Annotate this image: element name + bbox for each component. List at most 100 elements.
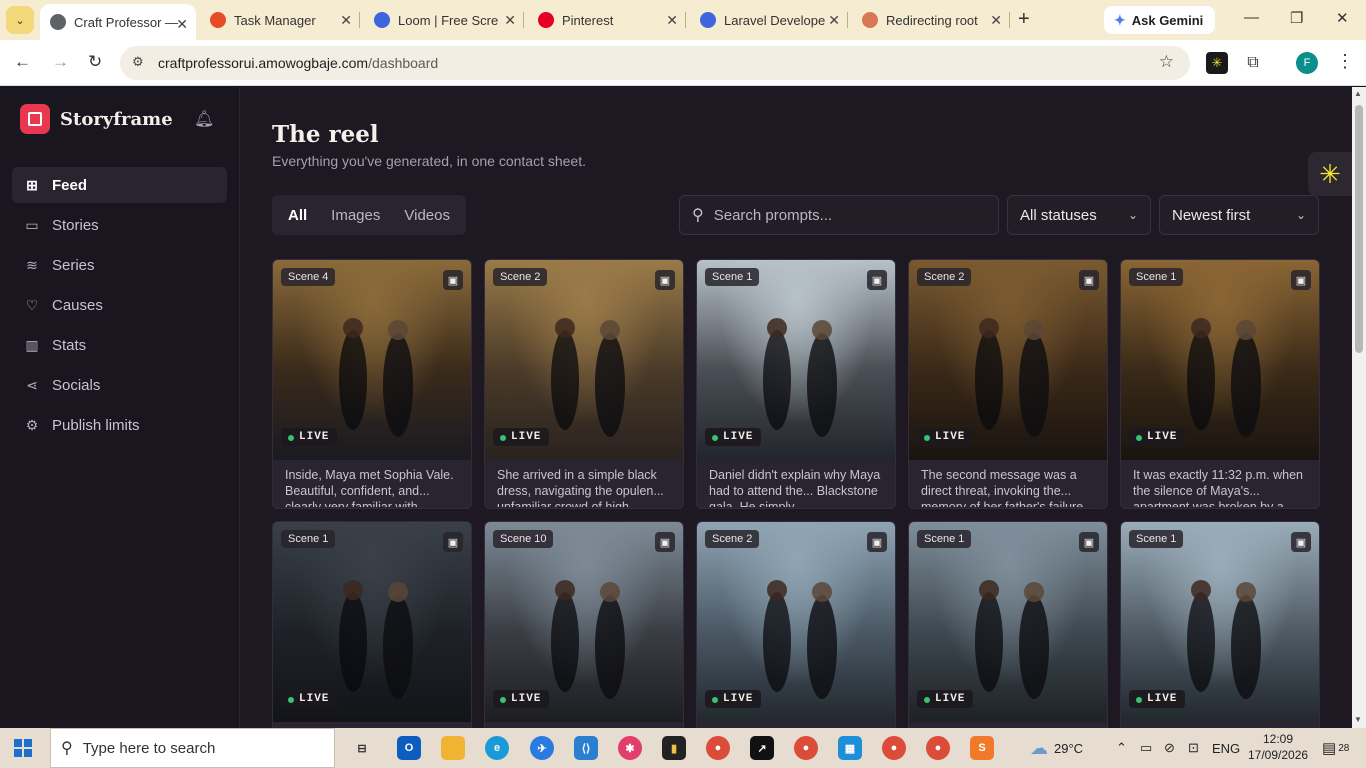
- url-field[interactable]: ⚙ craftprofessorui.amowogbaje.com/dashbo…: [120, 46, 1190, 80]
- chrome-icon[interactable]: ●: [706, 736, 730, 760]
- notifications-button[interactable]: ▤ 28: [1322, 728, 1349, 768]
- minimize-button[interactable]: —: [1244, 9, 1259, 26]
- sidebar-item-series[interactable]: ≋ Series: [12, 247, 227, 283]
- scene-thumbnail[interactable]: Scene 1 ▣ LIVE: [909, 522, 1107, 722]
- browser-tab[interactable]: Laravel Develope ✕: [690, 0, 848, 40]
- search-input[interactable]: [713, 206, 974, 224]
- sublime-icon[interactable]: S: [970, 736, 994, 760]
- chrome-active-icon[interactable]: ●: [882, 736, 906, 760]
- close-window-button[interactable]: ✕: [1336, 9, 1349, 27]
- browser-tab[interactable]: Craft Professor — ✕: [40, 4, 196, 40]
- edge-icon[interactable]: e: [485, 736, 509, 760]
- status-badge: LIVE: [281, 690, 338, 708]
- search-box[interactable]: ⚲: [679, 195, 999, 235]
- scene-thumbnail[interactable]: Scene 2 ▣ LIVE: [697, 522, 895, 722]
- scene-thumbnail[interactable]: Scene 1 ▣ LIVE: [273, 522, 471, 722]
- media-card[interactable]: Scene 1 ▣ LIVE It was exactly 11:32 p.m. wh…: [1120, 259, 1320, 509]
- media-card[interactable]: Scene 1 ▣ LIVE: [272, 521, 472, 728]
- back-button[interactable]: ←: [14, 52, 31, 72]
- reload-button[interactable]: ↻: [88, 52, 102, 72]
- filter-tab-all[interactable]: All: [276, 199, 319, 231]
- scene-thumbnail[interactable]: Scene 10 ▣ LIVE: [485, 522, 683, 722]
- extensions-puzzle-icon[interactable]: ⧉: [1242, 52, 1264, 74]
- battery-icon[interactable]: ▭: [1140, 728, 1152, 768]
- tray-chevron-icon[interactable]: ⌃: [1116, 728, 1127, 768]
- new-tab-button[interactable]: +: [1018, 8, 1030, 31]
- browser-tab[interactable]: Pinterest ✕: [528, 0, 686, 40]
- sidebar-item-socials[interactable]: ⋖ Socials: [12, 367, 227, 403]
- language-indicator[interactable]: ENG: [1212, 728, 1240, 768]
- layers-icon: ≋: [26, 256, 38, 273]
- network-icon[interactable]: ⊡: [1188, 728, 1199, 768]
- close-tab-icon[interactable]: ✕: [828, 12, 840, 29]
- media-card[interactable]: Scene 4 ▣ LIVE Inside, Maya met Sophia Vale…: [272, 259, 472, 509]
- wifi-off-icon[interactable]: ⊘: [1164, 728, 1175, 768]
- media-card[interactable]: Scene 2 ▣ LIVE: [696, 521, 896, 728]
- scene-thumbnail[interactable]: Scene 1 ▣ LIVE: [1121, 522, 1319, 722]
- close-tab-icon[interactable]: ✕: [176, 16, 188, 33]
- chrome-second-icon[interactable]: ●: [926, 736, 950, 760]
- site-info-icon[interactable]: ⚙: [132, 54, 144, 70]
- sidebar-item-publish-limits[interactable]: ⚙ Publish limits: [12, 407, 227, 443]
- slack-icon[interactable]: ✱: [618, 736, 642, 760]
- filter-tab-videos[interactable]: Videos: [392, 199, 462, 231]
- weather-widget[interactable]: ☁ 29°C: [1030, 728, 1083, 768]
- filter-tab-images[interactable]: Images: [319, 199, 392, 231]
- heart-icon: ♡: [25, 296, 39, 313]
- outlook-icon[interactable]: O: [397, 736, 421, 760]
- cursor-app-icon[interactable]: ↗: [750, 736, 774, 760]
- scene-thumbnail[interactable]: Scene 2 ▣ LIVE: [485, 260, 683, 460]
- close-tab-icon[interactable]: ✕: [340, 12, 352, 29]
- sidebar-item-stats[interactable]: ▥ Stats: [12, 327, 227, 363]
- media-card[interactable]: Scene 10 ▣ LIVE: [484, 521, 684, 728]
- close-tab-icon[interactable]: ✕: [990, 12, 1002, 29]
- sidebar-item-causes[interactable]: ♡ Causes: [12, 287, 227, 323]
- ask-gemini-button[interactable]: ✦ Ask Gemini: [1104, 6, 1216, 34]
- media-card[interactable]: Scene 1 ▣ LIVE Daniel didn't explain why Ma…: [696, 259, 896, 509]
- sidebar-item-feed[interactable]: ⊞ Feed: [12, 167, 227, 203]
- taskbar-search[interactable]: ⚲ Type here to search: [50, 728, 335, 768]
- notifications-bell-icon[interactable]: 🔔︎: [194, 109, 214, 129]
- status-select[interactable]: All statuses ⌄: [1007, 195, 1151, 235]
- restore-button[interactable]: ❐: [1290, 9, 1303, 27]
- scene-thumbnail[interactable]: Scene 1 ▣ LIVE: [1121, 260, 1319, 460]
- browser-tab[interactable]: Loom | Free Scre ✕: [364, 0, 524, 40]
- scroll-down-icon[interactable]: ▼: [1354, 715, 1362, 724]
- close-tab-icon[interactable]: ✕: [666, 12, 678, 29]
- scene-thumbnail[interactable]: Scene 4 ▣ LIVE: [273, 260, 471, 460]
- media-app-icon[interactable]: ▮: [662, 736, 686, 760]
- page-scrollbar[interactable]: ▲ ▼: [1352, 87, 1366, 728]
- extension-sparkle-icon[interactable]: ✳: [1206, 52, 1228, 74]
- sidebar-item-stories[interactable]: ▭ Stories: [12, 207, 227, 243]
- scene-thumbnail[interactable]: Scene 2 ▣ LIVE: [909, 260, 1107, 460]
- close-tab-icon[interactable]: ✕: [504, 12, 516, 29]
- bookmark-star-icon[interactable]: ☆: [1159, 52, 1174, 72]
- task-view-icon[interactable]: ⊟: [350, 736, 374, 760]
- browser-tab[interactable]: Redirecting root ✕: [852, 0, 1010, 40]
- vscode-icon[interactable]: ⟨⟩: [574, 736, 598, 760]
- brand[interactable]: Storyframe: [20, 104, 173, 134]
- profile-avatar[interactable]: F: [1296, 52, 1318, 74]
- scrollbar-thumb[interactable]: [1355, 105, 1363, 353]
- media-card[interactable]: Scene 2 ▣ LIVE She arrived in a simple blac…: [484, 259, 684, 509]
- media-card[interactable]: Scene 1 ▣ LIVE: [908, 521, 1108, 728]
- media-card[interactable]: Scene 2 ▣ LIVE The second message was a dir…: [908, 259, 1108, 509]
- clock[interactable]: 12:09 17/09/2026: [1248, 731, 1308, 763]
- browser-menu-icon[interactable]: ⋮: [1336, 51, 1354, 72]
- scroll-up-icon[interactable]: ▲: [1354, 89, 1362, 98]
- safari-icon[interactable]: ✈: [530, 736, 554, 760]
- file-explorer-icon[interactable]: [441, 736, 465, 760]
- scene-thumbnail[interactable]: Scene 1 ▣ LIVE: [697, 260, 895, 460]
- chrome-profile-icon[interactable]: ●: [794, 736, 818, 760]
- docker-icon[interactable]: ▦: [838, 736, 862, 760]
- forward-button[interactable]: →: [52, 52, 69, 72]
- tab-search-button[interactable]: ⌄: [6, 6, 34, 34]
- scene-badge: Scene 1: [917, 530, 972, 548]
- floating-extension-sparkle-icon[interactable]: ✳: [1308, 152, 1352, 196]
- media-card[interactable]: Scene 1 ▣ LIVE: [1120, 521, 1320, 728]
- tab-favicon-icon: [700, 12, 716, 28]
- windows-start-icon[interactable]: [14, 739, 32, 762]
- browser-tab[interactable]: Task Manager ✕: [200, 0, 360, 40]
- sort-select[interactable]: Newest first ⌄: [1159, 195, 1319, 235]
- status-badge: LIVE: [705, 690, 762, 708]
